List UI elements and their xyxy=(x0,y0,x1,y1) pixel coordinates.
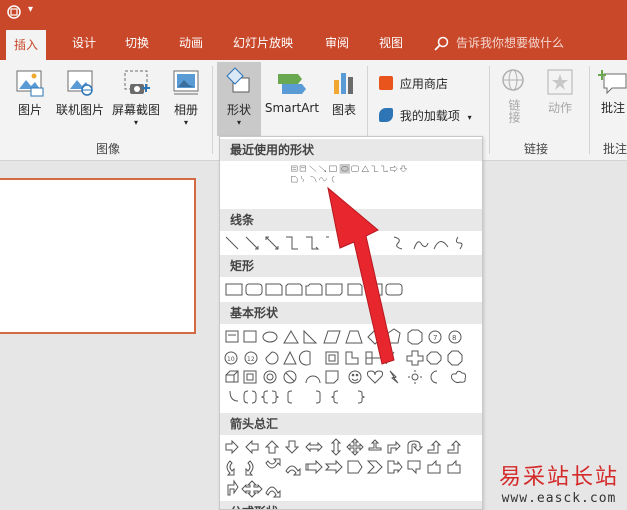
shapes-icon xyxy=(226,67,250,93)
chevron-down-icon: ▾ xyxy=(467,113,472,122)
photo-album-button[interactable]: 相册 ▾ xyxy=(168,68,204,127)
svg-text:7: 7 xyxy=(433,334,437,342)
store-icon xyxy=(379,76,393,90)
svg-text:8: 8 xyxy=(452,334,456,342)
slide-canvas[interactable] xyxy=(0,178,196,334)
pictures-label: 图片 xyxy=(17,103,42,117)
ribbon-tab-bar: 插入 设计 切换 动画 幻灯片放映 审阅 视图 告诉我你想要做什么 xyxy=(0,24,627,60)
formula-shapes-header: 公式形状 xyxy=(220,501,482,509)
comment-icon xyxy=(598,70,627,95)
online-pictures-label: 联机图片 xyxy=(55,103,104,117)
search-icon xyxy=(434,36,449,51)
my-addins-label: 我的加载项 xyxy=(399,109,460,123)
chevron-down-icon: ▾ xyxy=(236,118,241,127)
recent-shapes-row[interactable] xyxy=(222,164,480,184)
online-pictures-button[interactable]: 联机图片 xyxy=(52,68,108,118)
watermark-url: www.easck.com xyxy=(501,491,617,506)
divider xyxy=(212,66,213,154)
presenter-view-icon[interactable] xyxy=(6,4,24,20)
comment-button[interactable]: 批注 xyxy=(596,68,627,116)
chevron-down-icon: ▾ xyxy=(133,118,138,127)
arrows-header: 箭头总汇 xyxy=(220,413,482,435)
links-group-label: 链接 xyxy=(524,142,549,156)
comment-label: 批注 xyxy=(600,101,625,115)
action-label: 动作 xyxy=(547,101,572,115)
my-addins-button[interactable]: 我的加载项 ▾ xyxy=(379,106,472,126)
chart-label: 图表 xyxy=(331,103,356,117)
watermark-name: 易采站长站 xyxy=(498,465,619,490)
tab-insert[interactable]: 插入 xyxy=(6,30,47,60)
online-picture-icon xyxy=(67,70,93,96)
bar-chart-icon xyxy=(334,73,353,94)
action-button: 动作 xyxy=(542,68,578,116)
tab-slideshow[interactable]: 幻灯片放映 xyxy=(233,32,293,54)
recent-shapes-header: 最近使用的形状 xyxy=(220,139,482,161)
arrows-rows[interactable] xyxy=(222,437,480,507)
svg-text:12: 12 xyxy=(247,356,255,363)
divider xyxy=(489,66,490,154)
link-label: 链接 xyxy=(507,99,521,123)
link-button: 链接 xyxy=(499,68,529,123)
tab-design[interactable]: 设计 xyxy=(72,32,96,54)
tab-view[interactable]: 视图 xyxy=(379,32,403,54)
comments-group-label: 批注 xyxy=(603,142,627,156)
globe-link-icon xyxy=(502,69,524,91)
store-label: 应用商店 xyxy=(399,77,448,91)
watermark: 易采站长站 www.easck.com xyxy=(499,459,619,506)
screenshot-label: 屏幕截图 xyxy=(111,103,160,117)
svg-text:10: 10 xyxy=(227,356,235,363)
divider xyxy=(589,66,590,154)
picture-icon xyxy=(16,70,44,97)
screenshot-button[interactable]: 屏幕截图 ▾ xyxy=(108,68,164,127)
addins-icon xyxy=(379,108,393,122)
images-group-label: 图像 xyxy=(96,142,121,156)
tab-transitions[interactable]: 切换 xyxy=(125,32,149,54)
photo-album-label: 相册 xyxy=(173,103,198,117)
smartart-button[interactable]: SmartArt xyxy=(263,68,321,115)
photo-album-icon xyxy=(173,70,199,95)
store-button[interactable]: 应用商店 xyxy=(379,74,448,94)
tell-me-box[interactable]: 告诉我你想要做什么 xyxy=(456,32,564,54)
star-action-icon xyxy=(547,69,573,95)
shapes-button[interactable]: 形状 ▾ xyxy=(217,62,261,136)
shapes-label: 形状 xyxy=(226,103,251,117)
smartart-icon xyxy=(278,74,306,94)
screenshot-icon xyxy=(124,70,150,94)
pictures-button[interactable]: 图片 xyxy=(12,68,48,118)
smartart-label: SmartArt xyxy=(264,101,320,115)
title-bar: ▾ xyxy=(0,0,627,24)
red-pointer-arrow xyxy=(327,186,395,365)
tab-animations[interactable]: 动画 xyxy=(179,32,203,54)
tab-review[interactable]: 审阅 xyxy=(325,32,349,54)
chevron-down-icon[interactable]: ▾ xyxy=(28,4,33,15)
chart-button[interactable]: 图表 xyxy=(326,68,362,118)
chevron-down-icon: ▾ xyxy=(183,118,188,127)
